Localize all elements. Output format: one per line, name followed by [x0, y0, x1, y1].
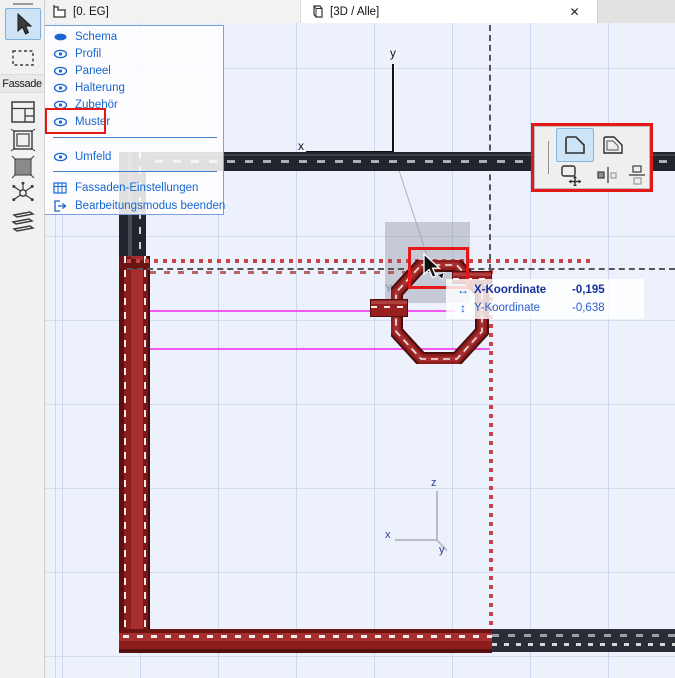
distribute-tool-button[interactable]	[623, 162, 651, 188]
tab-bar-filler	[598, 0, 675, 23]
octagon-left-arm[interactable]	[370, 299, 408, 317]
exit-icon	[54, 200, 67, 212]
tab-bar: [0. EG] [3D / Alle] ✕	[44, 0, 675, 23]
eye-closed-icon	[54, 33, 67, 41]
panel-inset-icon	[603, 136, 623, 154]
menu-item-halterung[interactable]: Halterung	[53, 80, 217, 96]
mini-axis-z-label: z	[431, 477, 437, 489]
panel-shape-icon	[565, 136, 585, 154]
panel-inset-tool-button[interactable]	[596, 128, 630, 162]
mini-axis-z-line	[436, 491, 438, 540]
tab-label: [0. EG]	[73, 5, 109, 18]
selection-dotted-line-h	[127, 259, 592, 263]
y-coordinate-value[interactable]: -0,638	[572, 302, 632, 314]
3d-view-icon	[313, 5, 323, 18]
toolbar-group-label: Fassade	[0, 74, 44, 93]
panel-tool-button-selected[interactable]	[556, 128, 594, 162]
floor-plan-icon	[53, 5, 66, 18]
mini-axis-x-label: x	[385, 529, 391, 541]
tab-3d-view-active[interactable]: [3D / Alle] ✕	[301, 0, 598, 23]
axis-y-line	[392, 64, 394, 153]
axis-y-label: y	[390, 46, 396, 60]
tab-close-button[interactable]: ✕	[566, 3, 583, 20]
mini-axis-y-label: y	[439, 544, 445, 556]
stacked-profiles-icon	[11, 211, 35, 232]
x-arrow-icon: ↔	[457, 283, 469, 297]
menu-item-bearbeitungsmodus-beenden[interactable]: Bearbeitungsmodus beenden	[53, 198, 225, 214]
reference-dashed-line-v	[489, 25, 491, 270]
move-tool-button[interactable]	[556, 162, 590, 188]
x-coordinate-label: X-Koordinate	[474, 284, 547, 296]
x-coordinate-value[interactable]: -0,195	[572, 284, 632, 296]
eye-icon	[53, 83, 68, 93]
arrow-tool-button[interactable]	[5, 8, 41, 40]
node-star-icon	[12, 181, 34, 202]
mini-axis-x-line	[395, 539, 438, 541]
menu-item-umfeld[interactable]: Umfeld	[53, 149, 217, 165]
eye-icon	[53, 66, 68, 76]
marquee-icon	[12, 50, 34, 66]
facade-frame-bottom-member[interactable]	[119, 629, 493, 653]
axis-x-label: x	[298, 139, 304, 153]
facade-frame-left-member[interactable]	[119, 256, 150, 640]
eye-icon	[53, 152, 68, 162]
menu-separator	[53, 137, 217, 138]
muster-highlight-box	[45, 108, 106, 134]
mouse-cursor	[423, 253, 445, 280]
frame-icon	[10, 128, 36, 152]
junction-tool-button[interactable]	[5, 204, 41, 236]
bottom-beam[interactable]	[492, 629, 675, 652]
facade-scheme-icon	[11, 101, 35, 123]
split-icon	[597, 167, 617, 183]
distribute-icon	[629, 165, 645, 185]
selection-dotted-line-v	[489, 270, 493, 630]
y-arrow-icon: ↕	[460, 301, 466, 315]
split-tool-button[interactable]	[593, 162, 623, 188]
menu-separator	[53, 171, 217, 172]
menu-item-schema[interactable]: Schema	[53, 29, 217, 45]
menu-item-fassaden-einstellungen[interactable]: Fassaden-Einstellungen	[53, 180, 217, 196]
menu-item-paneel[interactable]: Paneel	[53, 63, 217, 79]
left-toolbar: Fassade	[0, 0, 45, 678]
menu-item-profil[interactable]: Profil	[53, 46, 217, 62]
marquee-tool-button[interactable]	[5, 42, 41, 74]
tab-floor-plan[interactable]: [0. EG]	[44, 0, 301, 23]
y-coordinate-label: Y-Koordinate	[474, 302, 541, 314]
tab-label: [3D / Alle]	[330, 5, 380, 18]
move-icon	[561, 165, 582, 186]
eye-icon	[53, 49, 68, 59]
filled-panel-icon	[11, 155, 35, 179]
arrow-cursor-icon	[17, 13, 33, 35]
toolbar-grip[interactable]	[13, 3, 33, 5]
settings-table-icon	[53, 182, 67, 194]
coordinate-tracker: ↔ X-Koordinate -0,195 ↕ Y-Koordinate -0,…	[446, 279, 644, 319]
pet-palette	[531, 123, 653, 192]
palette-drag-handle[interactable]	[548, 141, 549, 174]
application-window: y x Y ↔ X-Koordinate -0,195 ↕ Y-Koordina…	[0, 0, 675, 678]
